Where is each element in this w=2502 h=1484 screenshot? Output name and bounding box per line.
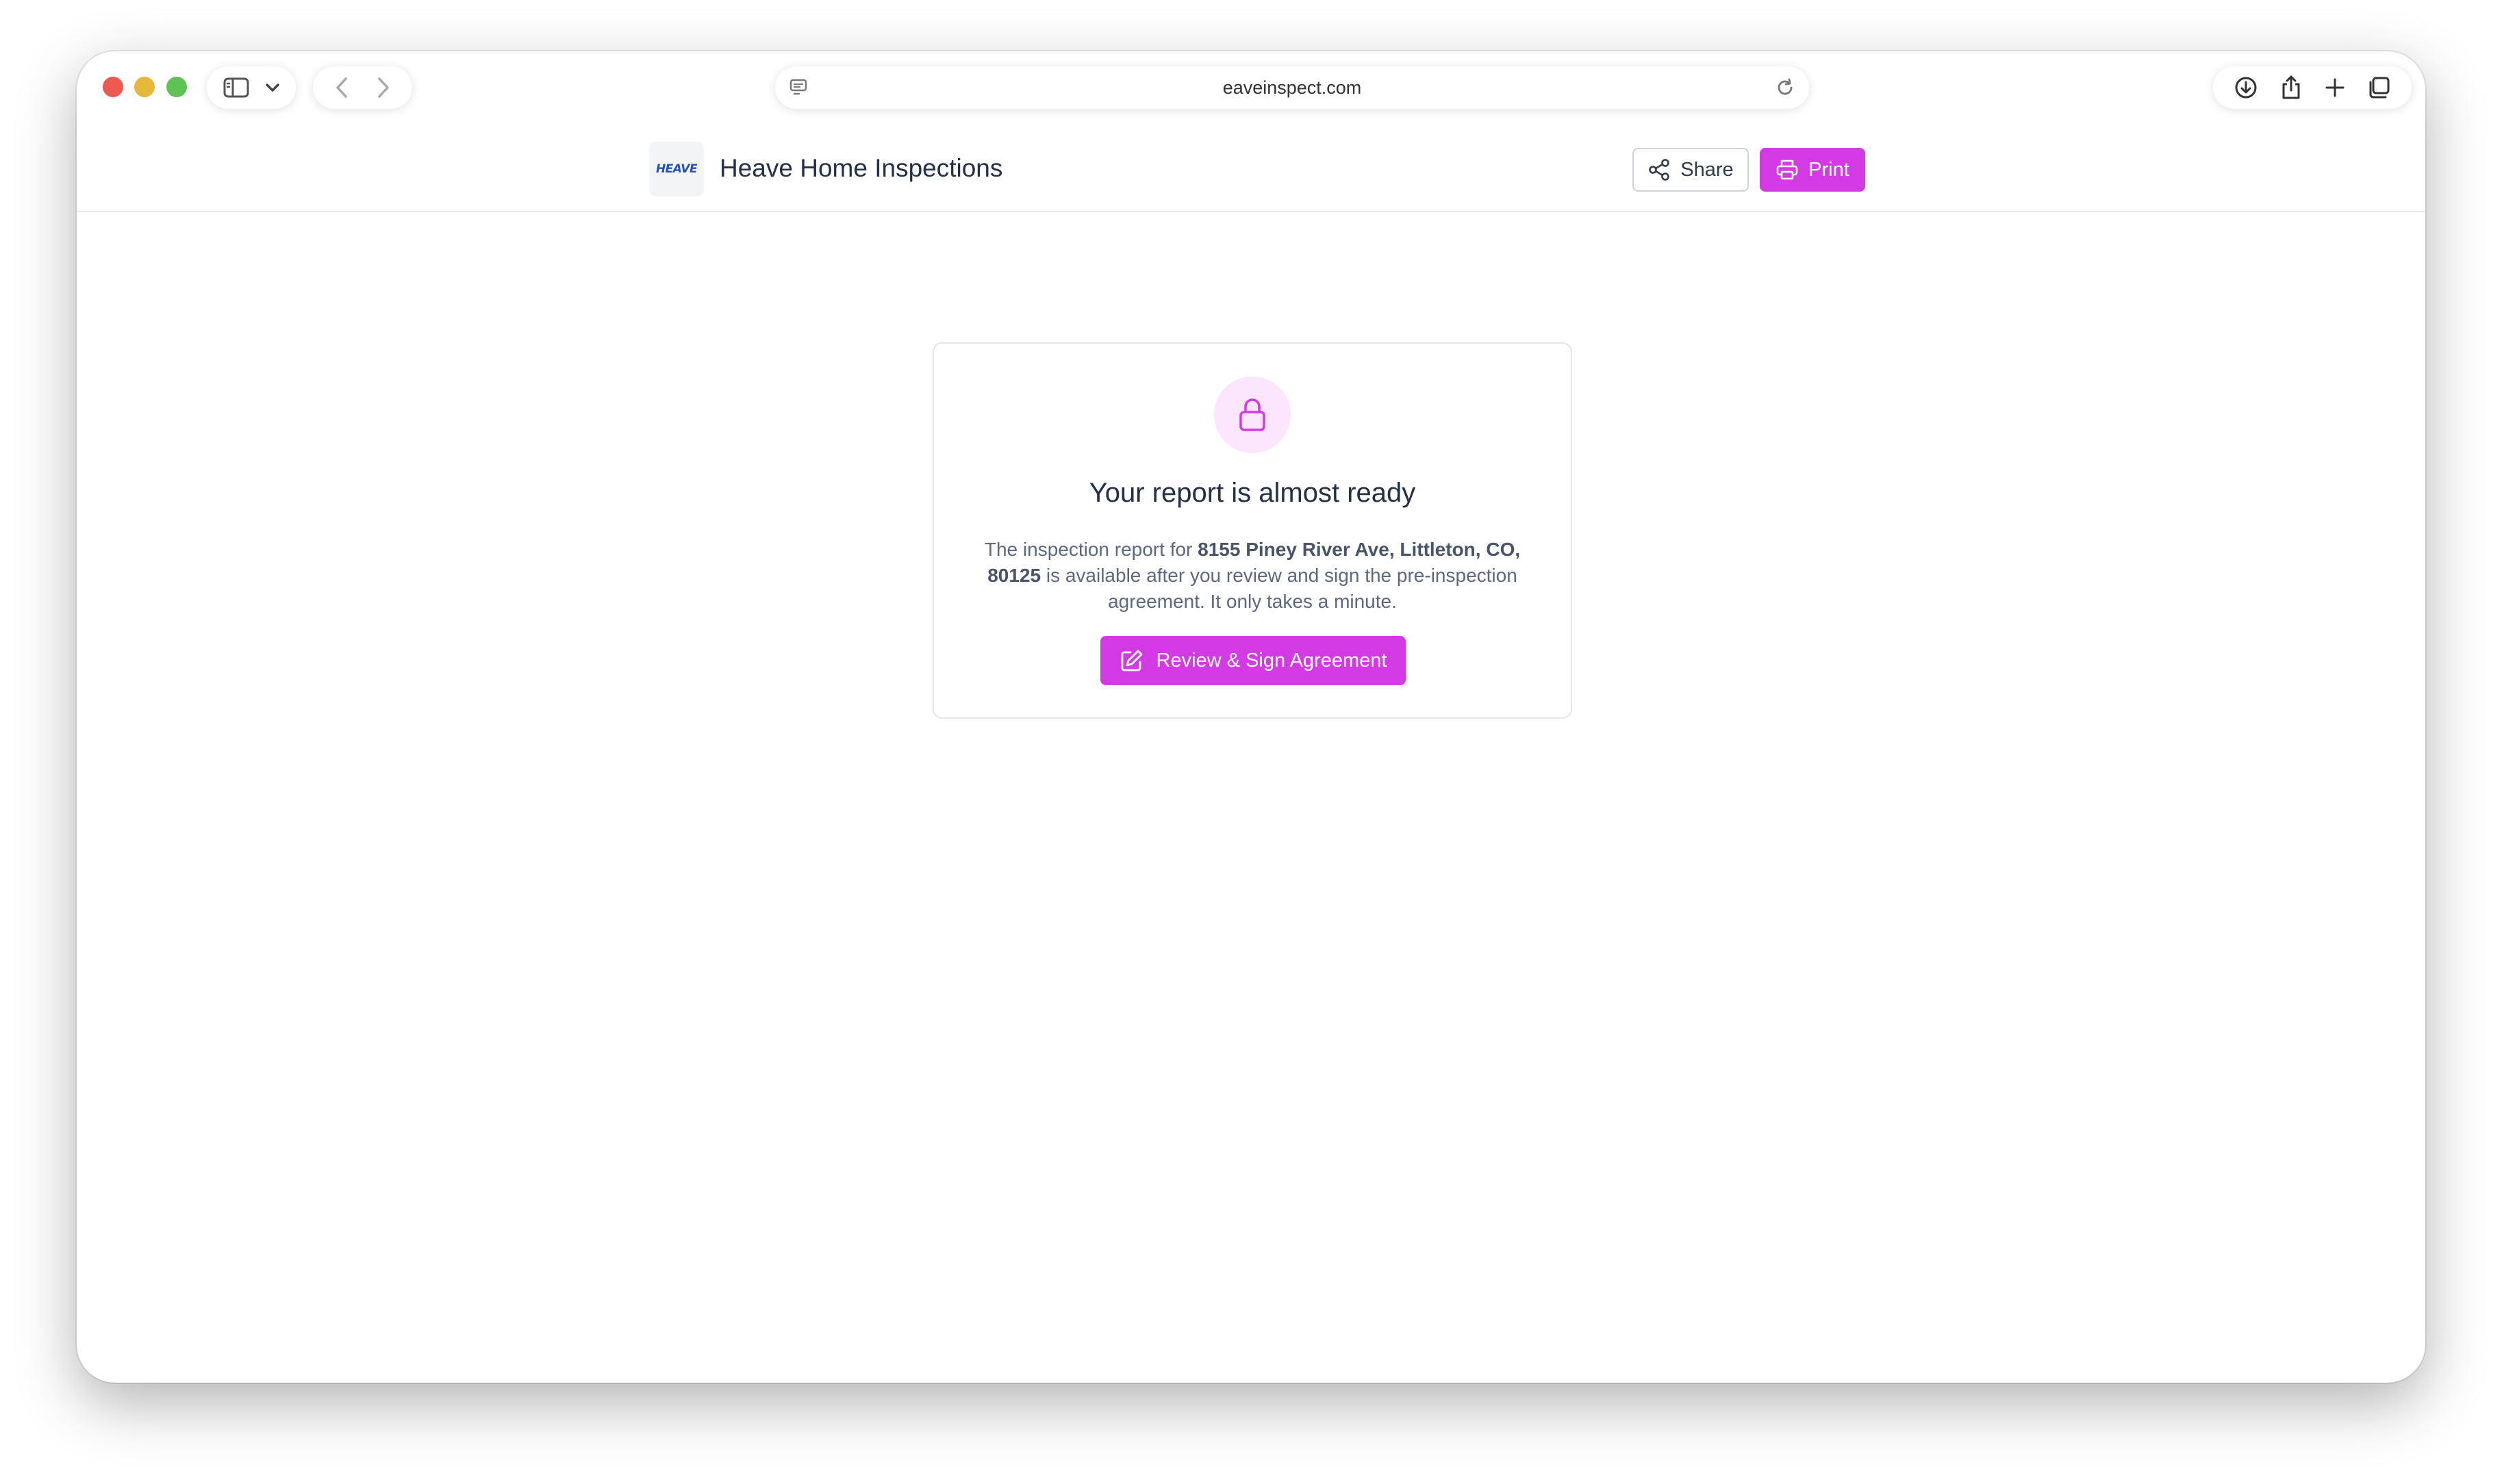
edit-icon [1120, 648, 1144, 673]
minimize-window-button[interactable] [134, 77, 155, 97]
company-logo: HEAVE [649, 142, 704, 196]
lock-badge [1214, 376, 1291, 453]
lock-icon [1237, 397, 1267, 433]
plus-icon[interactable] [2325, 77, 2345, 98]
tab-overview-icon[interactable] [2366, 75, 2391, 100]
review-button-label: Review & Sign Agreement [1156, 649, 1387, 671]
browser-toolbar: eaveinspect.com [77, 51, 2425, 123]
report-locked-card: Your report is almost ready The inspecti… [933, 342, 1572, 719]
browser-actions-group [2213, 66, 2412, 109]
back-arrow-icon[interactable] [335, 77, 349, 99]
logo-text: HEAVE [655, 162, 698, 176]
card-description: The inspection report for 8155 Piney Riv… [968, 537, 1537, 615]
navigation-group [313, 66, 412, 109]
url-text: eaveinspect.com [1222, 77, 1362, 98]
share-button[interactable]: Share [1632, 148, 1749, 192]
print-button[interactable]: Print [1760, 148, 1865, 192]
address-bar[interactable]: eaveinspect.com [775, 66, 1809, 109]
download-icon[interactable] [2234, 75, 2258, 100]
sidebar-toggle-group [207, 66, 296, 109]
app-header: HEAVE Heave Home Inspections Share Print [77, 123, 2425, 212]
share-icon[interactable] [2279, 75, 2303, 101]
sidebar-icon[interactable] [223, 77, 249, 98]
close-window-button[interactable] [103, 77, 123, 97]
reload-icon[interactable] [1775, 77, 1795, 98]
print-button-label: Print [1808, 158, 1849, 181]
review-sign-agreement-button[interactable]: Review & Sign Agreement [1100, 636, 1406, 685]
chevron-down-icon[interactable] [265, 83, 280, 92]
card-title: Your report is almost ready [1089, 478, 1416, 508]
printer-icon [1776, 158, 1799, 181]
company-name: Heave Home Inspections [720, 154, 1003, 182]
description-suffix: is available after you review and sign t… [1041, 565, 1517, 612]
browser-window: eaveinspect.com HEAVE Heave Home Inspect… [77, 51, 2425, 1383]
share-button-label: Share [1680, 158, 1734, 181]
forward-arrow-icon[interactable] [377, 77, 390, 99]
description-prefix: The inspection report for [984, 539, 1198, 560]
share-nodes-icon [1647, 158, 1671, 181]
zoom-window-button[interactable] [166, 77, 187, 97]
